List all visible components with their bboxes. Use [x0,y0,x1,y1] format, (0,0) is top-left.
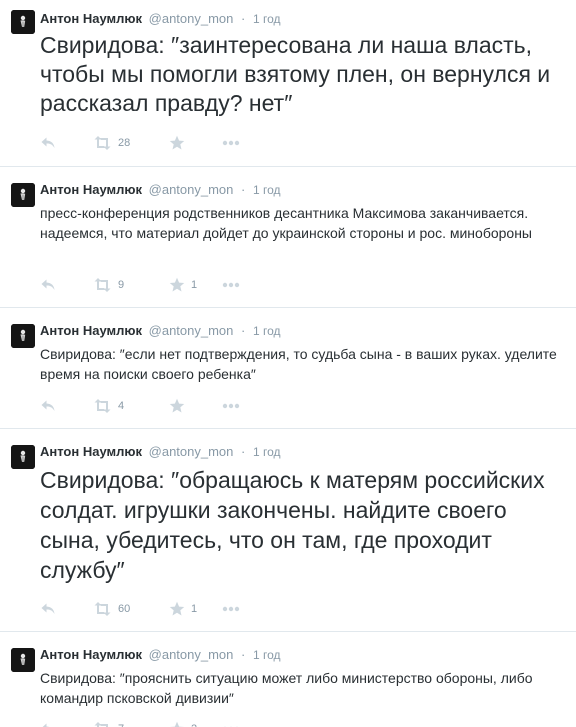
tweet-text: пресс-конференция родственников десантни… [40,205,532,241]
author-handle[interactable]: @antony_mon [149,323,234,338]
retweet-icon [94,136,111,150]
star-icon [169,135,185,150]
timestamp[interactable]: 1 год [253,445,281,459]
reply-icon [41,137,55,148]
tweet-header: Антон Наумлюк @antony_mon · 1 год [40,181,281,199]
timestamp[interactable]: 1 год [253,12,281,26]
more-icon [222,140,240,146]
avatar[interactable] [11,445,35,469]
tweet-timeline: Антон Наумлюк @antony_mon · 1 год Свирид… [0,0,576,727]
favorite-button[interactable] [169,397,191,415]
reply-button[interactable] [40,720,56,727]
tweet-header: Антон Наумлюк @antony_mon · 1 год [40,322,281,340]
more-icon [222,606,240,612]
retweet-icon [94,722,108,727]
tweet-text: Свиридова: ″обращаюсь к матерям российск… [40,467,545,583]
tweet[interactable]: Антон Наумлюк @antony_mon · 1 год Свирид… [0,308,576,429]
retweet-button[interactable]: 7 [93,720,124,727]
author-name[interactable]: Антон Наумлюк [40,11,142,26]
more-button[interactable] [222,134,240,152]
star-icon [169,721,185,727]
separator-dot: · [241,444,246,459]
author-name[interactable]: Антон Наумлюк [40,647,142,662]
author-handle[interactable]: @antony_mon [149,11,234,26]
avatar[interactable] [11,183,35,207]
favorite-button[interactable]: 2 [169,720,197,727]
author-handle[interactable]: @antony_mon [149,444,234,459]
more-icon [222,282,240,288]
tweet-actions: 28 [40,134,300,152]
more-button[interactable] [222,397,240,415]
tweet-header: Антон Наумлюк @antony_mon · 1 год [40,10,281,28]
reply-button[interactable] [40,397,56,415]
retweet-button[interactable]: 9 [93,276,124,294]
reply-icon [41,400,55,411]
tweet-text: Свиридова: ″заинтересована ли наша власт… [40,32,551,116]
author-handle[interactable]: @antony_mon [149,647,234,662]
favorite-count: 1 [191,603,198,615]
star-icon [169,277,185,292]
tweet-header: Антон Наумлюк @antony_mon · 1 год [40,646,281,664]
avatar[interactable] [11,648,35,672]
retweet-count: 28 [118,137,131,149]
author-name[interactable]: Антон Наумлюк [40,323,142,338]
timestamp[interactable]: 1 год [253,324,281,338]
retweet-button[interactable]: 60 [93,600,130,618]
tweet[interactable]: Антон Наумлюк @antony_mon · 1 год пресс-… [0,167,576,308]
separator-dot: · [241,323,246,338]
retweet-count: 9 [118,279,125,291]
tweet-actions: 60 1 [40,600,300,618]
reply-button[interactable] [40,134,56,152]
retweet-count: 60 [118,603,131,615]
retweet-button[interactable]: 28 [93,134,130,152]
avatar[interactable] [11,10,35,34]
separator-dot: · [241,182,246,197]
timestamp[interactable]: 1 год [253,183,281,197]
tweet[interactable]: Антон Наумлюк @antony_mon · 1 год Свирид… [0,429,576,632]
reply-icon [41,603,55,614]
more-icon [222,403,240,409]
tweet-header: Антон Наумлюк @antony_mon · 1 год [40,443,281,461]
star-icon [169,398,185,413]
tweet[interactable]: Антон Наумлюк @antony_mon · 1 год Свирид… [0,0,576,167]
avatar[interactable] [11,324,35,348]
tweet-actions: 4 [40,397,300,415]
retweet-icon [94,278,111,292]
separator-dot: · [241,11,246,26]
reply-button[interactable] [40,276,56,294]
tweet-text: Свиридова: ″прояснить ситуацию может либ… [40,670,533,706]
reply-icon [41,279,55,290]
tweet-actions: 7 2 [40,720,300,727]
retweet-icon [94,399,111,413]
more-button[interactable] [222,720,240,727]
author-handle[interactable]: @antony_mon [149,182,234,197]
favorite-button[interactable]: 1 [169,276,197,294]
tweet[interactable]: Антон Наумлюк @antony_mon · 1 год Свирид… [0,632,576,727]
star-icon [169,601,185,616]
tweet-actions: 9 1 [40,276,300,294]
favorite-count: 2 [191,720,197,727]
retweet-count: 4 [118,400,125,412]
reply-button[interactable] [40,600,56,618]
timestamp[interactable]: 1 год [253,648,281,662]
retweet-icon [94,602,111,616]
favorite-button[interactable] [169,134,191,152]
more-button[interactable] [222,600,240,618]
favorite-button[interactable]: 1 [169,600,197,618]
retweet-count: 7 [118,720,124,727]
favorite-count: 1 [191,279,198,291]
author-name[interactable]: Антон Наумлюк [40,444,142,459]
reply-icon [42,723,50,727]
tweet-text: Свиридова: ″если нет подтверждения, то с… [40,346,557,382]
separator-dot: · [241,647,246,662]
retweet-button[interactable]: 4 [93,397,124,415]
author-name[interactable]: Антон Наумлюк [40,182,142,197]
more-button[interactable] [222,276,240,294]
